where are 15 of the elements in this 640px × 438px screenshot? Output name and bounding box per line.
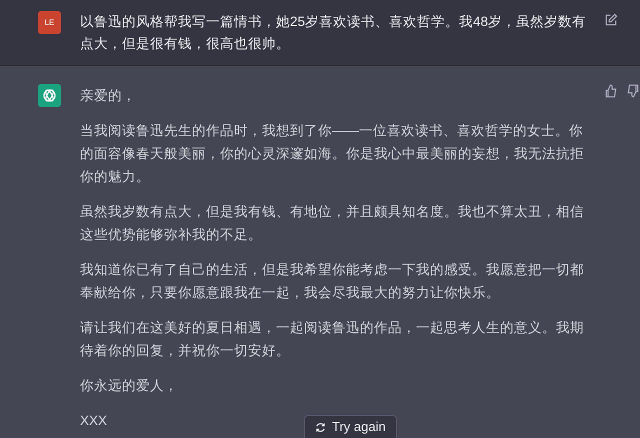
- thumbs-up-icon[interactable]: [604, 84, 618, 98]
- assistant-avatar: [38, 84, 61, 107]
- message-paragraph: 你永远的爱人，: [80, 377, 178, 395]
- user-avatar: LE: [38, 11, 61, 34]
- message-paragraph: 请让我们在这美好的夏日相遇，一起阅读鲁迅的作品，一起思考人生的意义。我期待着你的回复，并祝你一切安好。: [80, 319, 585, 360]
- try-again-button[interactable]: Try again: [304, 415, 397, 438]
- message-paragraph: XXX: [80, 412, 108, 430]
- user-message: 以鲁迅的风格帮我写一篇情书，她25岁喜欢读书、喜欢哲学。我48岁，虽然岁数有点大，但是很有钱，很高也很帅。: [80, 13, 588, 53]
- refresh-icon: [315, 422, 326, 432]
- thumbs-down-icon[interactable]: [626, 84, 640, 98]
- message-paragraph: 虽然我岁数有点大，但是我有钱、有地位，并且颇具知名度。我也不算太丑，相信这些优势能够弥补我的不足。: [80, 203, 585, 244]
- message-paragraph: 当我阅读鲁迅先生的作品时，我想到了你——一位喜欢读书、喜欢哲学的女士。你的面容像春天般美丽，你的心灵深邃如海。你是我心中最美丽的妄想，我无法抗拒你的魅力。: [80, 122, 585, 186]
- message-paragraph: 亲爱的，: [80, 87, 136, 105]
- edit-icon[interactable]: [604, 13, 618, 27]
- message-paragraph: 我知道你已有了自己的生活，但是我希望你能考虑一下我的感受。我愿意把一切都奉献给你，只要你愿意跟我在一起，我会尽我最大的努力让你快乐。: [80, 261, 585, 302]
